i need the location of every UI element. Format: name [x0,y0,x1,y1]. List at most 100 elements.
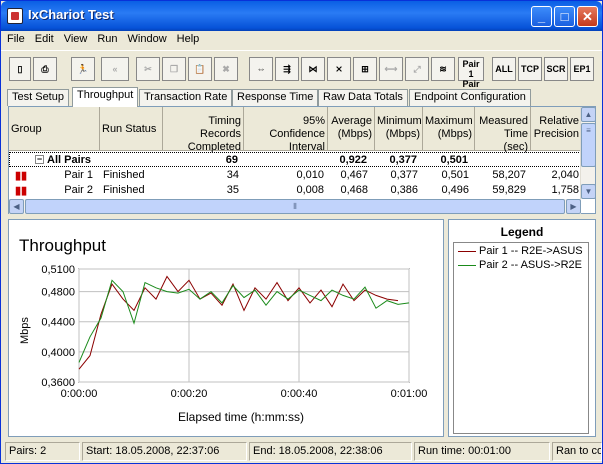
legend-label-pair-2: Pair 2 -- ASUS->R2E [479,259,583,271]
tab-raw-data-totals[interactable]: Raw Data Totals [318,89,408,106]
scroll-down-icon[interactable]: ▼ [581,184,596,199]
row-measured-time: 59,829 [492,184,526,196]
ep1-button[interactable]: EP1 [570,57,594,81]
col-relative-precision[interactable]: Relative Precision [531,107,581,151]
row-records: 34 [226,169,239,181]
close-button[interactable]: ✕ [577,6,598,27]
x-axis-label: Elapsed time (h:mm:ss) [178,410,304,424]
chart-title: Throughput [19,236,106,255]
legend-item-pair-2[interactable]: Pair 2 -- ASUS->R2E [458,259,582,271]
row-status: Finished [103,184,145,196]
x-tick-label: 0:00:20 [171,388,208,400]
grid-vertical-scrollbar[interactable]: ▲ ≡ ▼ [580,107,596,199]
menu-view[interactable]: View [58,31,92,45]
row-status: Finished [103,169,145,181]
menu-help[interactable]: Help [171,31,204,45]
pair-bars-icon: ▮▮ [15,170,28,182]
row-measured-time: 58,207 [492,169,526,181]
menu-bar: File Edit View Run Window Help [1,31,602,49]
multicast-icon[interactable]: ⇶ [275,57,299,81]
window-title: IxChariot Test [28,7,114,22]
row-confidence: 0,008 [296,184,324,196]
tab-response-time[interactable]: Response Time [232,89,319,106]
legend-title: Legend [500,225,544,239]
new-file-icon[interactable]: ▯ [9,57,31,81]
row-minimum: 0,386 [390,184,418,196]
row-group: Pair 1 [64,169,93,181]
y-axis-label: Mbps [19,317,31,344]
edit-group-icon[interactable]: ⤢ [405,57,429,81]
chart-pane: Throughput Mbps Elapsed time (h:mm:ss) 0… [8,219,444,437]
all-button[interactable]: ALL [492,57,516,81]
menu-window[interactable]: Window [122,31,171,45]
col-group[interactable]: Group [9,107,100,151]
toolbar: ▯ ⎙ 🏃 « ✂ ❐ 📋 ✖ ⇔ ⇶ ⋈ ⨯ ⊞ ⟷ ⤢ ≋ Pair 1 Pa… [1,50,602,99]
scr-button[interactable]: SCR [544,57,568,81]
legend-swatch-pair-1 [458,250,476,252]
row-average: 0,468 [340,184,368,196]
summary-records: 69 [225,154,238,166]
tab-endpoint-configuration[interactable]: Endpoint Configuration [409,89,531,106]
x-tick-label: 0:00:00 [61,388,98,400]
scroll-up-icon[interactable]: ▲ [581,107,596,122]
col-maximum[interactable]: Maximum (Mbps) [423,107,475,151]
x-tick-label: 0:00:40 [281,388,318,400]
cut-icon[interactable]: ✂ [136,57,160,81]
row-maximum: 0,496 [441,184,469,196]
run-icon[interactable]: 🏃 [71,57,95,81]
legend-item-pair-1[interactable]: Pair 1 -- R2E->ASUS [458,245,583,257]
summary-group: All Pairs [47,154,92,166]
row-precision: 2,040 [551,169,579,181]
scroll-right-icon[interactable]: ▶ [566,199,581,214]
table-row[interactable]: ▮▮ Pair 2 Finished 35 0,008 0,468 0,386 … [9,183,581,198]
tab-throughput[interactable]: Throughput [72,87,139,107]
menu-edit[interactable]: Edit [29,31,58,45]
legend-swatch-pair-2 [458,264,476,266]
status-bar: Pairs: 2 Start: 18.05.2008, 22:37:06 End… [1,440,602,463]
col-run-status[interactable]: Run Status [100,107,163,151]
summary-minimum: 0,377 [389,154,417,166]
pair-icon[interactable]: ⇔ [249,57,273,81]
delete-icon[interactable]: ✖ [214,57,238,81]
grid-header: Group Run Status Timing Records Completed… [9,107,581,153]
col-average[interactable]: Average (Mbps) [328,107,375,151]
table-row[interactable]: ▮▮ Pair 1 Finished 34 0,010 0,467 0,377 … [9,168,581,183]
tab-transaction-rate[interactable]: Transaction Rate [139,89,233,106]
status-pairs: Pairs: 2 [5,442,80,461]
scroll-thumb[interactable]: ≡ [581,123,596,167]
col-confidence[interactable]: 95% Confidence Interval [244,107,328,153]
col-measured-time[interactable]: Measured Time (sec) [475,107,531,153]
minimize-button[interactable]: _ [531,6,552,27]
script-icon[interactable]: ≋ [431,57,455,81]
swap-icon[interactable]: ⨯ [327,57,351,81]
endpoint-icon[interactable]: ⊞ [353,57,377,81]
row-maximum: 0,501 [441,169,469,181]
tab-test-setup[interactable]: Test Setup [7,89,69,106]
scroll-left-icon[interactable]: ◀ [9,199,24,214]
row-group: Pair 2 [64,184,93,196]
grid-horizontal-scrollbar[interactable]: ◀ ⦀ ▶ [9,199,581,214]
col-timing-records[interactable]: Timing Records Completed [163,107,244,153]
legend-label-pair-1: Pair 1 -- R2E->ASUS [479,245,583,257]
paste-icon[interactable]: 📋 [188,57,212,81]
y-tick-label: 0,4000 [41,347,75,359]
print-icon[interactable]: ⎙ [33,57,57,81]
copy-icon[interactable]: ❐ [162,57,186,81]
legend-box: Pair 1 -- R2E->ASUS Pair 2 -- ASUS->R2E [453,242,589,434]
menu-file[interactable]: File [1,31,29,45]
maximize-button[interactable]: □ [554,6,575,27]
tcp-button[interactable]: TCP [518,57,542,81]
y-tick-label: 0,4400 [41,317,75,329]
stop-icon[interactable]: « [101,57,129,81]
summary-row[interactable]: − All Pairs 69 0,922 0,377 0,501 [9,152,581,167]
col-minimum[interactable]: Minimum (Mbps) [375,107,423,151]
title-bar[interactable]: IxChariot Test _ □ ✕ [1,1,602,31]
pair-toggle-button[interactable]: Pair 1Pair 2 [458,57,484,99]
x-tick-label: 0:01:00 [391,388,428,400]
collapse-icon[interactable]: − [35,155,44,164]
edit-pair-icon[interactable]: ⟷ [379,57,403,81]
app-window: IxChariot Test _ □ ✕ File Edit View Run Wind… [0,0,603,464]
hscroll-thumb[interactable]: ⦀ [25,199,565,214]
menu-run[interactable]: Run [91,31,121,45]
pair-group-icon[interactable]: ⋈ [301,57,325,81]
